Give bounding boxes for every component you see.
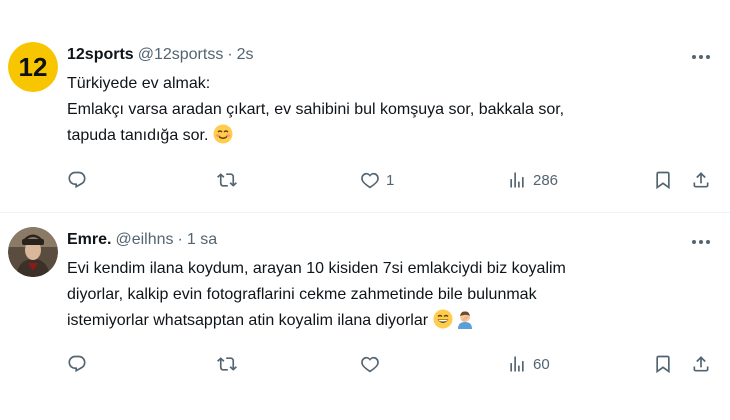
tweet-actions: 60 <box>67 352 722 376</box>
like-button[interactable] <box>360 352 380 376</box>
tweet-header: Emre. @eilhns · 1 sa <box>67 231 217 249</box>
reply-icon <box>68 355 86 373</box>
tweet-text-line: diyorlar, kalkip evin fotograflarini cek… <box>67 286 537 303</box>
views-chart-icon <box>510 356 524 372</box>
user-handle[interactable]: @eilhns <box>115 231 173 248</box>
separator-dot: · <box>177 231 183 248</box>
timestamp[interactable]: 1 sa <box>187 231 217 248</box>
tweet-text-line: istemiyorlar whatsapptan atin koyalim il… <box>67 308 667 334</box>
tweet-text: Evi kendim ilana koydum, arayan 10 kisid… <box>67 256 667 334</box>
more-options-icon[interactable] <box>690 233 712 251</box>
reply-tweet-card[interactable]: Emre. @eilhns · 1 sa Evi kendim ilana koydu… <box>0 0 730 420</box>
view-count: 60 <box>533 355 550 373</box>
tweet-text-line: Evi kendim ilana koydum, arayan 10 kisid… <box>67 260 566 277</box>
bookmark-button[interactable] <box>653 352 673 376</box>
bookmark-icon <box>656 355 670 374</box>
views-button[interactable]: 60 <box>507 352 550 376</box>
reply-button[interactable] <box>67 352 87 376</box>
grinning-face-emoji <box>433 309 453 329</box>
share-icon <box>693 356 709 372</box>
man-facepalming-emoji <box>455 309 475 329</box>
retweet-icon <box>217 357 237 371</box>
avatar-portrait-image <box>8 227 58 277</box>
heart-icon <box>361 356 379 373</box>
display-name[interactable]: Emre. <box>67 231 111 248</box>
retweet-button[interactable] <box>217 352 237 376</box>
share-button[interactable] <box>691 352 711 376</box>
avatar[interactable] <box>8 227 58 277</box>
